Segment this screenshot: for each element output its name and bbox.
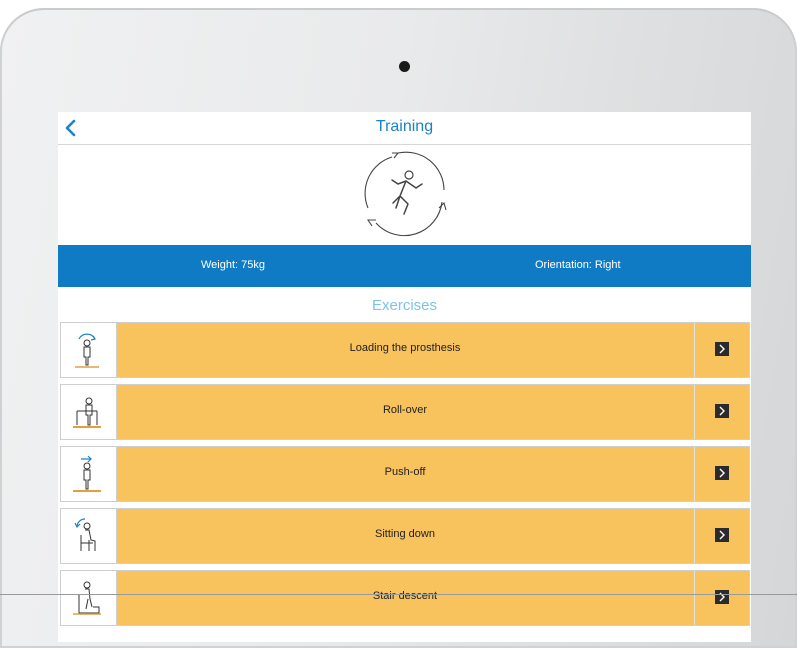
orientation-label: Orientation: Right bbox=[535, 259, 621, 271]
divider-line bbox=[0, 594, 797, 595]
weight-label: Weight: 75kg bbox=[201, 259, 266, 271]
exercise-row-stairs[interactable]: Stair descent bbox=[60, 570, 750, 626]
exercise-label: Stair descent bbox=[372, 590, 438, 602]
divider bbox=[694, 447, 695, 501]
divider bbox=[694, 385, 695, 439]
chevron-right-icon[interactable] bbox=[715, 466, 729, 480]
nav-bar: Training bbox=[58, 112, 751, 145]
divider bbox=[694, 509, 695, 563]
exercise-label: Sitting down bbox=[375, 528, 435, 540]
chevron-right-icon[interactable] bbox=[715, 342, 729, 356]
person-sitting-icon bbox=[61, 509, 117, 563]
info-bar: Weight: 75kg Orientation: Right bbox=[58, 245, 751, 287]
exercise-label: Loading the prosthesis bbox=[349, 342, 461, 354]
app-screen: Training Weight: 75kg Orientation: Right… bbox=[58, 112, 751, 642]
person-at-rail-icon bbox=[61, 385, 117, 439]
exercise-label: Roll-over bbox=[382, 404, 427, 416]
exercise-label: Push-off bbox=[384, 466, 426, 478]
exercise-row-rollover[interactable]: Roll-over bbox=[60, 384, 750, 440]
exercise-row-sitting[interactable]: Sitting down bbox=[60, 508, 750, 564]
camera-icon bbox=[399, 61, 410, 72]
exercise-row-loading[interactable]: Loading the prosthesis bbox=[60, 322, 750, 378]
exercise-row-pushoff[interactable]: Push-off bbox=[60, 446, 750, 502]
chevron-right-icon[interactable] bbox=[715, 528, 729, 542]
section-title: Exercises bbox=[371, 297, 438, 314]
chevron-right-icon[interactable] bbox=[715, 590, 729, 604]
chevron-right-icon[interactable] bbox=[715, 404, 729, 418]
training-cycle-icon bbox=[354, 148, 454, 240]
page-title: Training bbox=[375, 118, 434, 135]
standing-person-icon bbox=[61, 323, 117, 377]
person-stairs-icon bbox=[61, 571, 117, 625]
divider bbox=[694, 571, 695, 625]
person-push-off-icon bbox=[61, 447, 117, 501]
divider bbox=[694, 323, 695, 377]
